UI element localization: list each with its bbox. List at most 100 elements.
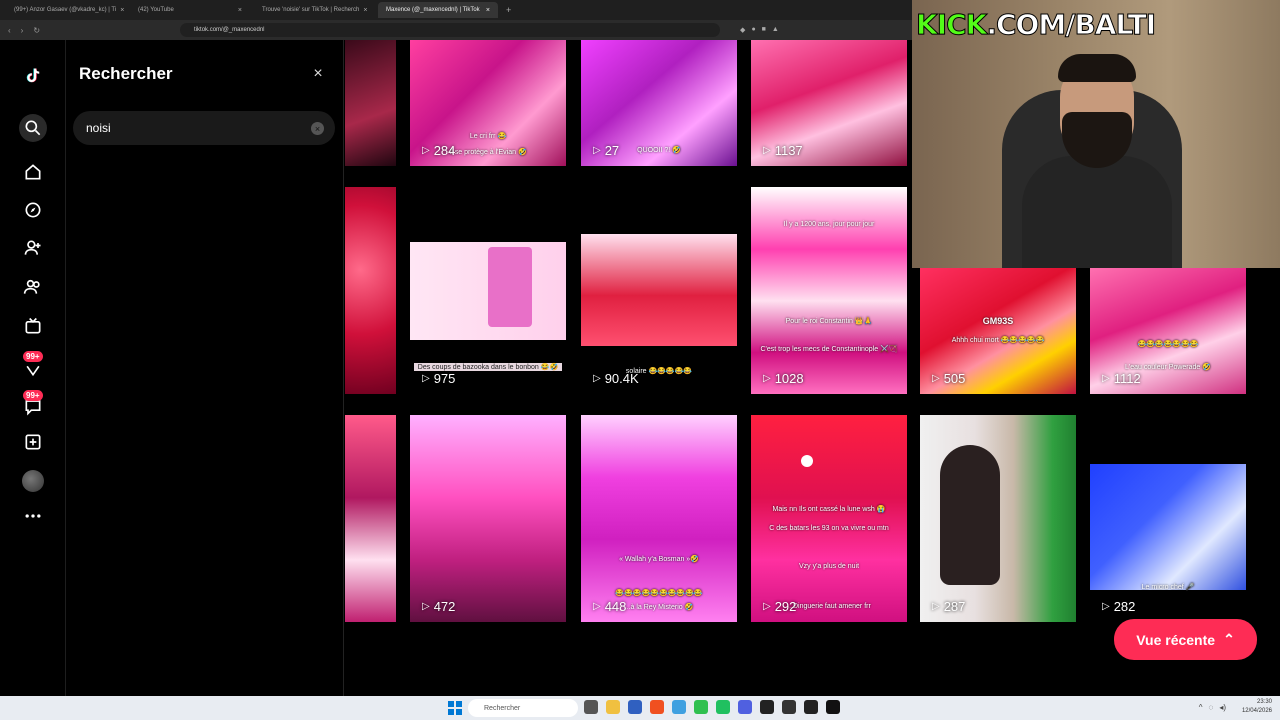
video-caption: Pour le roi Constantin 👑🙏 (785, 318, 873, 325)
extension-icon[interactable]: ▲ (772, 26, 779, 34)
chevron-up-icon[interactable]: ^ (1199, 703, 1203, 712)
view-count: ▷ 287 (932, 599, 966, 614)
clock[interactable]: 23:30 12/04/2026 (1242, 698, 1272, 716)
forward-icon[interactable]: › (21, 26, 24, 35)
search-panel: Rechercher × × (66, 40, 344, 696)
view-count: ▷ 90.4K (593, 371, 639, 386)
tab-close-icon[interactable]: × (238, 7, 242, 14)
browser-tab[interactable]: (99+) Anzor Gasaev (@vkadre_kc) | Ti × (6, 2, 126, 18)
terminal-icon[interactable] (826, 700, 840, 714)
search-input[interactable] (73, 121, 293, 135)
windows-start-icon[interactable] (448, 701, 462, 715)
play-icon: ▷ (1102, 601, 1110, 612)
video-caption: 😂😂😂😂😂😂😂😂😂😂 (615, 590, 703, 597)
browser-tab[interactable]: (42) YouTube × (130, 2, 250, 18)
view-count: ▷ 448 (593, 599, 627, 614)
search-icon[interactable] (19, 114, 47, 142)
whatsapp-icon[interactable] (694, 700, 708, 714)
address-bar[interactable]: tiktok.com/@_maxencednl (180, 23, 721, 37)
more-icon[interactable] (21, 504, 45, 528)
video-caption: C'est trop les mecs de Constantinople ⚔️… (760, 346, 898, 353)
close-search-button[interactable]: × (308, 64, 328, 84)
extension-icon[interactable]: ■ (762, 26, 766, 34)
play-icon: ▷ (593, 145, 601, 156)
upload-icon[interactable] (21, 430, 45, 454)
view-count: ▷ 282 (1102, 599, 1136, 614)
tab-label: (42) YouTube (138, 7, 174, 13)
view-count: ▷ 472 (422, 599, 456, 614)
app-icon[interactable] (628, 700, 642, 714)
following-icon[interactable] (21, 236, 45, 260)
app-icon[interactable] (672, 700, 686, 714)
volume-icon[interactable]: ◂) (1219, 703, 1226, 712)
friends-icon[interactable] (21, 275, 45, 299)
extension-icon[interactable]: ● (751, 26, 755, 34)
video-tile[interactable]: Mais nn Ils ont cassé la lune wsh 😭 C de… (751, 415, 907, 622)
brave-icon[interactable] (650, 700, 664, 714)
video-caption: C des batars les 93 on va vivre ou mtn (769, 525, 889, 532)
video-tile[interactable]: ▷ 1137 (751, 40, 907, 166)
play-icon: ▷ (1102, 373, 1110, 384)
video-caption: Le micro chef 🎤 (1141, 584, 1195, 591)
play-icon: ▷ (763, 373, 771, 384)
video-tile[interactable]: Il y a 1200 ans, jour pour jour Pour le … (751, 187, 907, 394)
system-tray: ^ ◌ ◂) (1199, 703, 1226, 712)
video-tile[interactable]: QUOOII ?! 🤣 ▷ 27 (581, 40, 737, 166)
recent-view-button[interactable]: Vue récente ⌃ (1114, 619, 1257, 660)
video-tile[interactable] (345, 187, 396, 394)
video-tile[interactable] (345, 40, 396, 166)
view-count: ▷ 1137 (763, 143, 803, 158)
home-icon[interactable] (21, 160, 45, 184)
video-tile[interactable] (345, 415, 396, 622)
wifi-icon[interactable]: ◌ (1209, 703, 1214, 712)
video-tile[interactable]: Le cri frr 😂 Il se protège à l'Evian 🤣 ▷… (410, 40, 566, 166)
tab-label: Maxence (@_maxencednl) | TikTok (386, 7, 480, 13)
tab-label: Trouve 'noisie' sur TikTok | Recherch (262, 7, 360, 13)
taskbar-search[interactable]: Rechercher (468, 699, 578, 717)
browser-tab[interactable]: Trouve 'noisie' sur TikTok | Recherch × (254, 2, 374, 18)
play-icon: ▷ (593, 601, 601, 612)
browser-tab-active[interactable]: Maxence (@_maxencednl) | TikTok × (378, 2, 498, 18)
video-tile[interactable]: GM93S Ahhh chui mort 😂😂😂😂😂 ▷ 505 (920, 268, 1076, 394)
file-explorer-icon[interactable] (606, 700, 620, 714)
discord-icon[interactable] (738, 700, 752, 714)
reload-icon[interactable]: ↻ (33, 26, 40, 35)
live-icon[interactable] (21, 314, 45, 338)
video-tile[interactable]: Des coups de bazooka dans le bonbon 😂🤣 ▷… (410, 187, 566, 394)
play-icon: ▷ (593, 373, 601, 384)
view-count: ▷ 975 (422, 371, 456, 386)
view-count: ▷ 292 (763, 599, 797, 614)
tab-close-icon[interactable]: × (486, 7, 490, 14)
obs-icon[interactable] (804, 700, 818, 714)
video-caption: « Wallah y'a Bosman »🤣 (619, 556, 699, 563)
double-chevron-up-icon: ⌃ (1223, 631, 1235, 647)
streamer (1022, 54, 1172, 268)
view-count: ▷ 1028 (763, 371, 804, 386)
video-tile[interactable]: ▷ 287 (920, 415, 1076, 622)
play-icon: ▷ (932, 601, 940, 612)
video-tile[interactable]: solaire 😂😂😂😂😂 ▷ 90.4K (581, 187, 737, 394)
back-icon[interactable]: ‹ (8, 26, 11, 35)
spotify-icon[interactable] (716, 700, 730, 714)
explore-icon[interactable] (21, 198, 45, 222)
tab-close-icon[interactable]: × (120, 7, 124, 14)
search-panel-title: Rechercher (79, 64, 173, 83)
tab-close-icon[interactable]: × (363, 7, 367, 14)
video-tile[interactable]: ▷ 472 (410, 415, 566, 622)
video-tile[interactable]: 😂😂😂😂😂😂😂 L'eau couleur Powerade 🤣 ▷ 1112 (1090, 268, 1246, 394)
tiktok-logo-icon[interactable] (21, 64, 45, 88)
notification-badge: 99+ (23, 351, 43, 362)
task-view-icon[interactable] (584, 700, 598, 714)
app-icon[interactable] (760, 700, 774, 714)
video-caption: Vzy y'a plus de nuit (798, 563, 860, 570)
extension-icon[interactable]: ◆ (740, 26, 745, 34)
clear-search-icon[interactable]: × (311, 122, 324, 135)
video-caption: Ahhh chui mort 😂😂😂😂😂 (951, 337, 1045, 344)
notion-icon[interactable] (782, 700, 796, 714)
avatar[interactable] (22, 470, 44, 492)
play-icon: ▷ (763, 145, 771, 156)
video-tile[interactable]: Le micro chef 🎤 ▷ 282 (1090, 415, 1246, 622)
video-tile[interactable]: « Wallah y'a Bosman »🤣 😂😂😂😂😂😂😂😂😂😂 ...à l… (581, 415, 737, 622)
new-tab-button[interactable]: + (506, 5, 511, 15)
view-count: ▷ 284 (422, 143, 456, 158)
